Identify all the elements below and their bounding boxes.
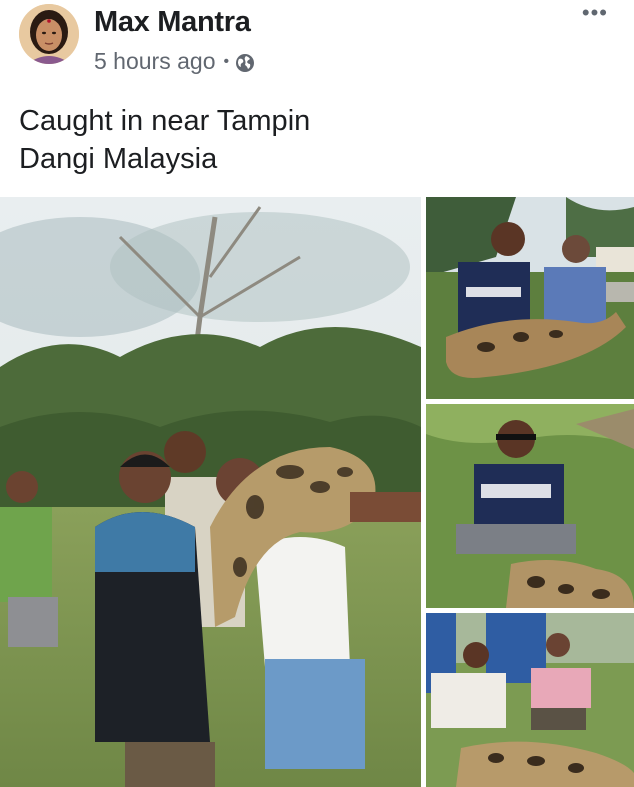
photo-middle-right[interactable] bbox=[426, 404, 634, 608]
post-text-line: Dangi Malaysia bbox=[19, 143, 218, 175]
photo-bottom-right[interactable] bbox=[426, 613, 634, 787]
avatar[interactable] bbox=[19, 4, 79, 64]
meta-separator: • bbox=[223, 52, 230, 70]
post-text-line: Caught in near Tampin bbox=[19, 105, 311, 137]
post-meta: 5 hours ago • bbox=[94, 48, 255, 75]
post-text: Caught in near Tampin Dangi Malaysia bbox=[19, 102, 579, 178]
post-author[interactable]: Max Mantra bbox=[94, 6, 251, 39]
globe-icon[interactable] bbox=[235, 52, 255, 72]
photo-top-right[interactable] bbox=[426, 197, 634, 399]
more-options-icon[interactable]: ••• bbox=[582, 2, 608, 24]
post-timestamp[interactable]: 5 hours ago bbox=[94, 48, 215, 75]
main-photo[interactable] bbox=[0, 197, 421, 787]
